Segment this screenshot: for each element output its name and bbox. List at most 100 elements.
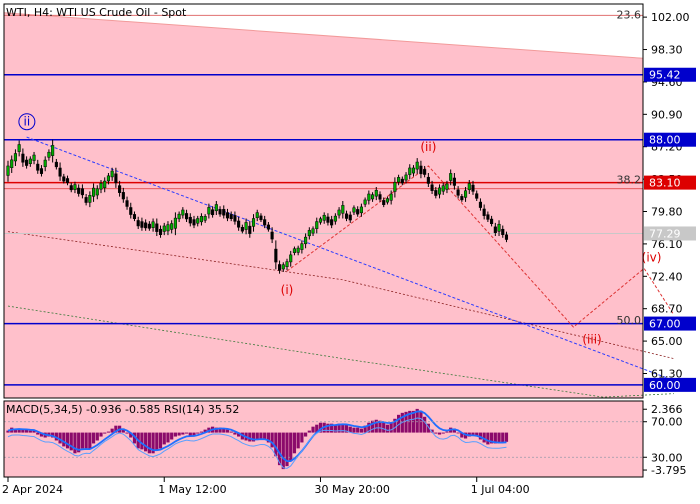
candle-body bbox=[296, 247, 300, 253]
candle-body bbox=[80, 188, 84, 196]
candle-body bbox=[21, 153, 25, 163]
candle-body bbox=[397, 177, 401, 183]
candle-body bbox=[47, 151, 51, 158]
macd-bar bbox=[248, 432, 252, 442]
candle-body bbox=[166, 224, 170, 232]
macd-bar bbox=[385, 424, 390, 433]
candle-body bbox=[300, 243, 304, 250]
macd-bar bbox=[147, 432, 151, 454]
candle-body bbox=[482, 208, 486, 216]
candle-body bbox=[449, 173, 453, 181]
macd-bar bbox=[196, 432, 200, 434]
level-tag-label-2: 83.10 bbox=[649, 177, 681, 190]
macd-bar bbox=[158, 432, 163, 449]
candle-body bbox=[155, 223, 159, 232]
macd-bar bbox=[140, 432, 144, 450]
macd-bar bbox=[65, 432, 70, 449]
macd-bar bbox=[382, 422, 386, 433]
candle-body bbox=[225, 212, 230, 219]
x-tick-label: 1 Jul 04:00 bbox=[471, 483, 530, 496]
candle-body bbox=[378, 194, 382, 200]
candle-body bbox=[497, 223, 501, 232]
candle-body bbox=[207, 207, 211, 215]
candle-body bbox=[356, 209, 360, 215]
level-tag-label-1: 88.00 bbox=[649, 134, 681, 147]
fib-label-1: 38.2 bbox=[617, 173, 642, 186]
candle-body bbox=[292, 248, 296, 253]
macd-bar bbox=[441, 432, 445, 434]
candle-body bbox=[214, 204, 218, 212]
macd-bar bbox=[423, 416, 427, 433]
candle-body bbox=[493, 226, 497, 233]
macd-bar bbox=[73, 432, 77, 454]
indicator-tick-label: 30.00 bbox=[651, 451, 683, 464]
macd-bar bbox=[125, 432, 129, 434]
candle-body bbox=[266, 224, 270, 230]
macd-bar bbox=[229, 431, 233, 433]
macd-bar bbox=[28, 430, 32, 433]
candle-body bbox=[415, 161, 419, 170]
macd-bar bbox=[255, 432, 259, 440]
candle-body bbox=[177, 213, 181, 220]
wave-label-0: ii bbox=[24, 115, 31, 129]
level-tag-label-3: 67.00 bbox=[649, 318, 681, 331]
candle-body bbox=[445, 183, 449, 190]
candle-body bbox=[92, 187, 96, 197]
candle-body bbox=[452, 177, 456, 186]
candle-body bbox=[426, 176, 430, 184]
candle-body bbox=[471, 184, 475, 192]
candle-body bbox=[311, 228, 315, 234]
candle-body bbox=[419, 165, 423, 175]
x-tick-label: 30 May 20:00 bbox=[314, 483, 389, 496]
macd-bar bbox=[356, 427, 360, 433]
candle-body bbox=[173, 217, 177, 229]
macd-bar bbox=[84, 432, 88, 449]
candle-body bbox=[408, 167, 412, 175]
candle-body bbox=[434, 190, 438, 196]
macd-bar bbox=[106, 431, 111, 433]
candle-body bbox=[441, 185, 445, 192]
candle-body bbox=[233, 215, 237, 222]
candle-body bbox=[333, 215, 337, 222]
candle-body bbox=[240, 227, 244, 232]
y-tick-label: 65.00 bbox=[651, 335, 683, 348]
level-tag-label-4: 60.00 bbox=[649, 379, 681, 392]
macd-bar bbox=[199, 431, 204, 433]
candle-body bbox=[211, 209, 215, 216]
macd-bar bbox=[155, 432, 159, 451]
candle-body bbox=[229, 214, 233, 219]
candle-body bbox=[62, 176, 66, 182]
candle-body bbox=[118, 185, 122, 193]
candle-body bbox=[125, 200, 129, 207]
candle-body bbox=[251, 218, 256, 227]
candle-body bbox=[39, 168, 44, 174]
candle-body bbox=[382, 200, 386, 205]
macd-bar bbox=[166, 432, 170, 443]
macd-bar bbox=[307, 430, 311, 433]
macd-bar bbox=[304, 432, 308, 437]
candle-body bbox=[411, 167, 416, 174]
macd-bar bbox=[300, 432, 304, 443]
candle-body bbox=[486, 214, 490, 220]
candle-body bbox=[203, 216, 207, 221]
candle-body bbox=[337, 209, 341, 216]
indicator-title: MACD(5,34,5) -0.936 -0.585 RSI(14) 35.52 bbox=[6, 403, 239, 416]
x-tick-label: 1 May 12:00 bbox=[158, 483, 226, 496]
macd-bar bbox=[177, 432, 181, 436]
candle-body bbox=[181, 209, 185, 216]
x-tick-label: 2 Apr 2024 bbox=[2, 483, 63, 496]
candle-body bbox=[367, 193, 371, 201]
wave-label-3: (iii) bbox=[582, 333, 601, 347]
candle-body bbox=[330, 219, 334, 226]
macd-bar bbox=[296, 432, 300, 449]
y-tick-label: 98.30 bbox=[651, 44, 683, 57]
candle-body bbox=[289, 254, 293, 263]
indicator-tick-label: 2.366 bbox=[651, 403, 683, 416]
y-tick-label: 68.70 bbox=[651, 303, 683, 316]
candle-body bbox=[222, 209, 226, 216]
candle-body bbox=[504, 234, 509, 240]
candle-body bbox=[341, 205, 345, 214]
candle-body bbox=[248, 225, 252, 234]
candle-body bbox=[25, 159, 29, 166]
candle-body bbox=[456, 189, 460, 196]
